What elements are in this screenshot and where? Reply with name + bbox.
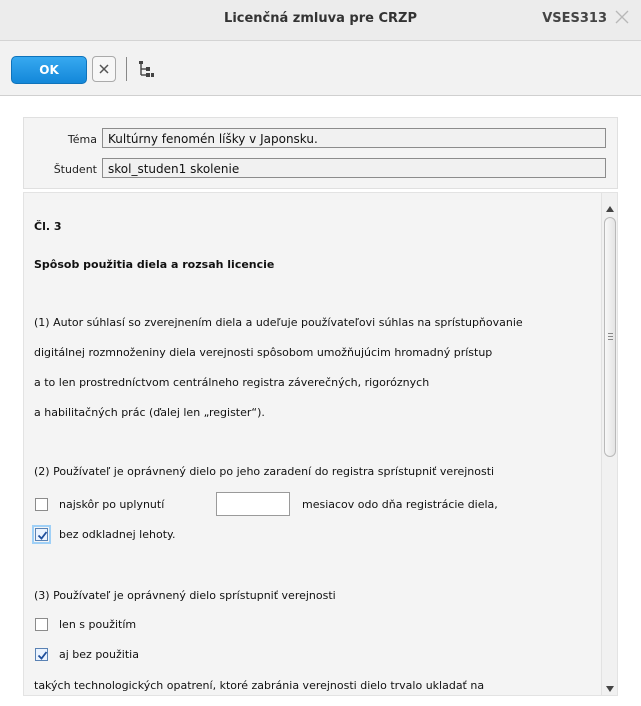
bez-lehoty-checkbox[interactable]	[32, 525, 51, 544]
close-icon	[99, 64, 109, 74]
close-icon[interactable]	[613, 8, 631, 26]
ok-button[interactable]: OK	[11, 56, 87, 84]
article-number: Čl. 3	[34, 220, 62, 233]
najskor-checkbox[interactable]	[35, 498, 48, 511]
paragraph-3: (3) Používateľ je oprávnený dielo spríst…	[34, 589, 336, 602]
window-code: VSES313	[542, 11, 607, 26]
bez-lehoty-label: bez odkladnej lehoty.	[59, 528, 176, 541]
paragraph-1-line: (1) Autor súhlasí so zverejnením diela a…	[34, 316, 523, 329]
tema-field: Kultúrny fenomén líšky v Japonsku.	[102, 128, 606, 148]
aj-bez-pouzitia-checkbox[interactable]	[35, 648, 48, 661]
tree-structure-icon[interactable]	[136, 59, 156, 79]
tema-row: Téma Kultúrny fenomén líšky v Japonsku.	[24, 128, 617, 150]
cancel-button[interactable]	[92, 56, 116, 82]
grip-line	[608, 339, 613, 340]
najskor-label: najskôr po uplynutí	[59, 498, 165, 511]
checkmark-icon	[37, 651, 48, 660]
scroll-up-arrow-icon[interactable]	[605, 199, 615, 212]
months-input[interactable]	[216, 492, 290, 516]
toolbar-separator	[126, 57, 127, 81]
scrollbar-thumb[interactable]	[604, 217, 616, 457]
toolbar: OK	[0, 41, 641, 96]
thesis-info-panel: Téma Kultúrny fenomén líšky v Japonsku. …	[23, 117, 618, 189]
paragraph-3-tail: takých technologických opatrení, ktoré z…	[34, 679, 485, 692]
grip-line	[608, 336, 613, 337]
paragraph-2: (2) Používateľ je oprávnený dielo po jeh…	[34, 465, 495, 478]
scroll-down-arrow-icon[interactable]	[605, 679, 615, 692]
license-document: Čl. 3 Spôsob použitia diela a rozsah lic…	[23, 192, 618, 696]
student-row: Študent skol_studen1 skolenie	[24, 158, 617, 180]
title-bar: Licenčná zmluva pre CRZP VSES313	[0, 0, 641, 41]
paragraph-1-line: a to len prostredníctvom centrálneho reg…	[34, 376, 430, 389]
student-label: Študent	[53, 163, 97, 176]
aj-bez-pouzitia-label: aj bez použitia	[59, 648, 139, 661]
grip-line	[608, 333, 613, 334]
document-scrollbar[interactable]	[601, 193, 617, 695]
len-s-pouzitim-label: len s použitím	[59, 618, 137, 631]
paragraph-1-line: a habilitačných prác (ďalej len „registe…	[34, 406, 265, 419]
len-s-pouzitim-checkbox[interactable]	[35, 618, 48, 631]
checkmark-icon	[37, 531, 48, 540]
student-field: skol_studen1 skolenie	[102, 158, 606, 178]
mesiacov-label: mesiacov odo dňa registrácie diela,	[302, 498, 498, 511]
tema-label: Téma	[67, 133, 97, 146]
article-heading: Spôsob použitia diela a rozsah licencie	[34, 258, 275, 271]
paragraph-1-line: digitálnej rozmnoženiny diela verejnosti…	[34, 346, 493, 359]
